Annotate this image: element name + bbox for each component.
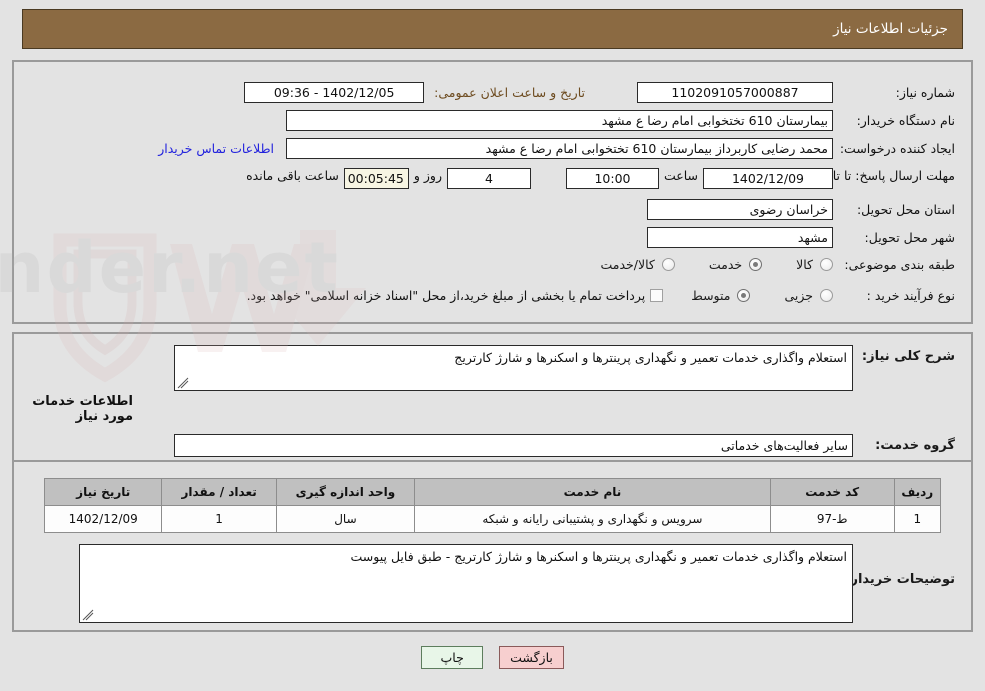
radio-jozee-icon[interactable] (820, 289, 833, 302)
row-category: طبقه بندی موضوعی: کالا خدمت کالا/خدمت (566, 257, 955, 272)
purchase-option-jozee-label: جزیی (784, 288, 813, 303)
resize-grip-icon-notes[interactable] (82, 609, 94, 621)
requester-field[interactable]: محمد رضایی کاربرداز بیمارستان 610 تختخوا… (286, 138, 833, 159)
category-option-kala[interactable]: کالا (796, 257, 833, 272)
countdown-label: ساعت باقی مانده (246, 168, 339, 183)
category-option-khedmat-label: خدمت (708, 257, 743, 272)
countdown-field: 00:05:45 (343, 168, 409, 189)
public-announce-label: تاریخ و ساعت اعلان عمومی: (434, 85, 585, 100)
cell-name: سرویس و نگهداری و پشتیبانی رایانه و شبکه (414, 505, 771, 533)
col-need-date: تاریخ نیاز (43, 478, 163, 506)
general-desc-label: شرح کلی نیاز: (861, 349, 955, 364)
row-buyer-notes: توضیحات خریدار: استعلام واگذاری خدمات تع… (79, 544, 955, 623)
treasury-checkbox[interactable] (650, 289, 664, 302)
row-buyer-org: نام دستگاه خریدار: بیمارستان 610 تختخواب… (286, 110, 955, 131)
services-section-title: اطلاعات خدمات مورد نیاز (32, 394, 133, 424)
city-field[interactable]: مشهد (647, 227, 833, 248)
row-need-number: شماره نیاز: 1102091057000887 (637, 82, 955, 103)
radio-khedmat-icon[interactable] (749, 258, 763, 271)
deadline-days-field[interactable]: 4 (446, 168, 531, 189)
row-city: شهر محل تحویل: مشهد (647, 227, 955, 248)
purchase-option-motevaset[interactable]: متوسط (691, 288, 751, 303)
province-label: استان محل تحویل: (856, 202, 955, 217)
radio-kala-khedmat-icon[interactable] (661, 258, 675, 271)
back-button[interactable]: بازگشت (499, 646, 564, 669)
row-deadline: مهلت ارسال پاسخ: تا تاریخ: 1402/12/09 سا… (241, 168, 955, 189)
row-requester: ایجاد کننده درخواست: محمد رضایی کاربرداز… (158, 138, 955, 159)
province-field[interactable]: خراسان رضوی (647, 199, 833, 220)
purchase-option-motevaset-label: متوسط (691, 288, 731, 303)
category-option-kala-khedmat[interactable]: کالا/خدمت (600, 257, 675, 272)
col-row: ردیف (893, 478, 942, 506)
table-row: 1 ط-97 سرویس و نگهداری و پشتیبانی رایانه… (43, 505, 942, 533)
resize-grip-icon[interactable] (177, 377, 189, 389)
purchase-option-jozee[interactable]: جزیی (784, 288, 833, 303)
cell-need-date: 1402/12/09 (43, 505, 163, 533)
cell-row: 1 (893, 505, 942, 533)
purchase-type-label: نوع فرآیند خرید : (866, 288, 955, 303)
category-label: طبقه بندی موضوعی: (844, 257, 955, 272)
row-purchase-type: نوع فرآیند خرید : جزیی متوسط پرداخت تمام… (242, 288, 955, 303)
deadline-time-label: ساعت (663, 168, 698, 183)
cell-code: ط-97 (769, 505, 895, 533)
need-number-field[interactable]: 1102091057000887 (637, 82, 833, 103)
buyer-notes-label: توضیحات خریدار: (845, 572, 955, 587)
need-number-label: شماره نیاز: (895, 85, 955, 100)
service-group-field[interactable]: سایر فعالیت‌های خدماتی (174, 434, 853, 457)
table-header-row: ردیف کد خدمت نام خدمت واحد اندازه گیری ت… (43, 478, 942, 506)
deadline-label: مهلت ارسال پاسخ: تا تاریخ: (810, 168, 955, 183)
buyer-org-field[interactable]: بیمارستان 610 تختخوابی امام رضا ع مشهد (286, 110, 833, 131)
treasury-note-label: پرداخت تمام یا بخشی از مبلغ خرید،از محل … (246, 288, 646, 303)
deadline-days-label: روز و (413, 168, 442, 183)
col-name: نام خدمت (414, 478, 771, 506)
general-desc-value: استعلام واگذاری خدمات تعمیر و نگهداری پر… (454, 350, 847, 365)
buyer-org-label: نام دستگاه خریدار: (856, 113, 955, 128)
deadline-time-field[interactable]: 10:00 (565, 168, 659, 189)
service-group-label: گروه خدمت: (875, 438, 955, 453)
radio-motevaset-icon[interactable] (737, 289, 751, 302)
col-qty: تعداد / مقدار (161, 478, 277, 506)
page-header: جزئیات اطلاعات نیاز (22, 9, 963, 49)
general-desc-textarea[interactable]: استعلام واگذاری خدمات تعمیر و نگهداری پر… (174, 345, 853, 391)
category-option-khedmat[interactable]: خدمت (708, 257, 763, 272)
deadline-date-field[interactable]: 1402/12/09 (703, 168, 833, 189)
row-public-announce: تاریخ و ساعت اعلان عمومی: 1402/12/05 - 0… (244, 82, 585, 103)
col-code: کد خدمت (769, 478, 895, 506)
buyer-notes-value: استعلام واگذاری خدمات تعمیر و نگهداری پر… (350, 549, 847, 564)
cell-unit: سال (275, 505, 416, 533)
buyer-contact-link[interactable]: اطلاعات تماس خریدار (158, 141, 274, 156)
col-unit: واحد اندازه گیری (275, 478, 416, 506)
items-table: ردیف کد خدمت نام خدمت واحد اندازه گیری ت… (43, 478, 942, 533)
requester-label: ایجاد کننده درخواست: (839, 141, 955, 156)
category-option-kala-khedmat-label: کالا/خدمت (600, 257, 655, 272)
row-service-group: گروه خدمت: سایر فعالیت‌های خدماتی (174, 434, 955, 457)
public-announce-field[interactable]: 1402/12/05 - 09:36 (244, 82, 425, 103)
page-title: جزئیات اطلاعات نیاز (833, 21, 948, 37)
buyer-notes-textarea[interactable]: استعلام واگذاری خدمات تعمیر و نگهداری پر… (79, 544, 853, 623)
category-option-kala-label: کالا (796, 257, 813, 272)
cell-qty: 1 (161, 505, 277, 533)
row-province: استان محل تحویل: خراسان رضوی (647, 199, 955, 220)
print-button[interactable]: چاپ (421, 646, 484, 669)
footer-buttons: بازگشت چاپ (0, 646, 985, 669)
city-label: شهر محل تحویل: (864, 230, 955, 245)
row-general-desc: شرح کلی نیاز: استعلام واگذاری خدمات تعمی… (174, 345, 955, 391)
radio-kala-icon[interactable] (820, 258, 833, 271)
